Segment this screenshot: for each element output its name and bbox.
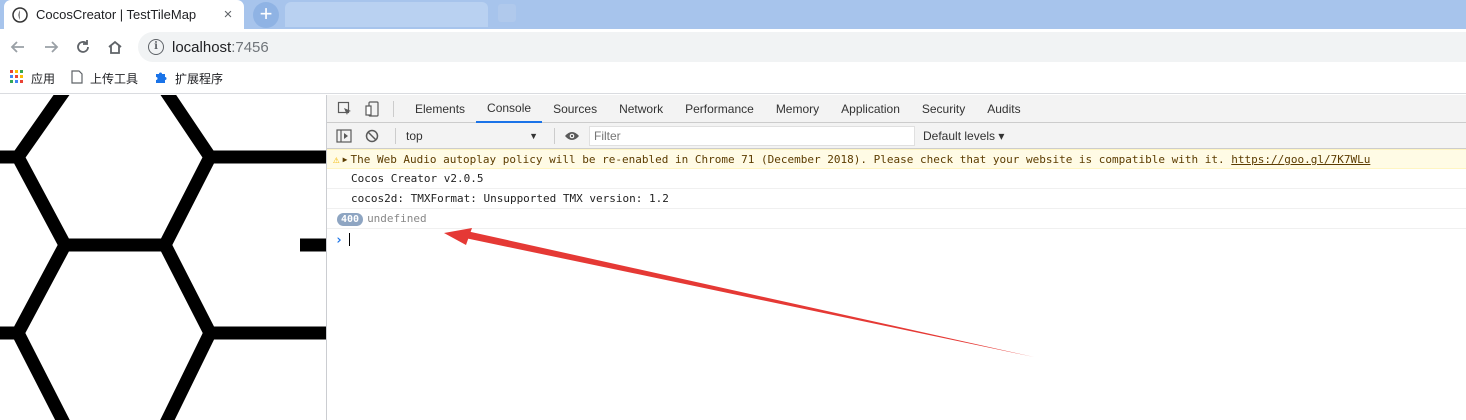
tab-strip: CocosCreator | TestTileMap × + [0, 0, 1466, 29]
device-mobile-icon [365, 100, 379, 117]
tab-console[interactable]: Console [476, 95, 543, 123]
warning-triangle-icon: ⚠ [333, 153, 340, 166]
console-warning[interactable]: ⚠ ▶ The Web Audio autoplay policy will be … [327, 149, 1466, 169]
toolbar-separator [554, 127, 555, 144]
toolbar-separator [393, 100, 394, 117]
reload-button[interactable] [69, 29, 97, 64]
context-selector[interactable]: top ▼ [402, 126, 544, 146]
tab-elements[interactable]: Elements [404, 95, 476, 123]
tab-memory[interactable]: Memory [765, 95, 830, 123]
expand-triangle-icon[interactable]: ▶ [343, 153, 348, 167]
game-canvas[interactable] [0, 95, 326, 420]
tab-title: CocosCreator | TestTileMap [36, 7, 197, 22]
cocos-favicon-icon [12, 6, 28, 23]
clear-console-button[interactable] [361, 126, 383, 146]
home-button[interactable] [101, 29, 129, 64]
arrow-right-icon [45, 40, 59, 53]
bookmark-label: 应用 [31, 72, 56, 86]
bookmark-label: 上传工具 [90, 72, 139, 86]
warning-text: The Web Audio autoplay policy will be re… [350, 153, 1225, 166]
console-filter-input[interactable] [589, 125, 915, 146]
bookmark-apps[interactable]: 应用 [10, 70, 55, 87]
home-icon [108, 40, 122, 54]
live-expression-button[interactable] [561, 126, 583, 146]
log-text: Cocos Creator v2.0.5 [351, 172, 484, 185]
show-sidebar-button[interactable] [333, 126, 355, 146]
hexagon-tilemap [0, 95, 326, 420]
forward-button[interactable] [37, 29, 65, 64]
tab-audits[interactable]: Audits [976, 95, 1031, 123]
devtools-tab-bar: Elements Console Sources Network Perform… [327, 95, 1466, 123]
console-log: Cocos Creator v2.0.5 [327, 169, 1466, 189]
devtools-panel: Elements Console Sources Network Perform… [326, 95, 1466, 420]
bookmark-extensions[interactable]: 扩展程序 [154, 70, 223, 87]
log-levels-dropdown[interactable]: Default levels ▾ [923, 129, 1004, 143]
bookmark-label: 扩展程序 [175, 72, 224, 86]
tab-network[interactable]: Network [608, 95, 674, 123]
bookmarks-bar: 应用 上传工具 扩展程序 [0, 64, 1466, 94]
dropdown-caret-icon: ▼ [529, 130, 538, 141]
arrow-left-icon [10, 40, 24, 53]
browser-toolbar: i localhost:7456 [0, 29, 1466, 64]
apps-grid-icon [10, 70, 24, 87]
page-icon [71, 70, 83, 87]
toolbar-separator [395, 127, 396, 144]
console-prompt[interactable]: › [327, 229, 1466, 249]
puzzle-piece-icon [154, 70, 168, 87]
bookmark-upload-tool[interactable]: 上传工具 [71, 70, 138, 87]
blurred-tab-icon [498, 4, 516, 22]
reload-icon [77, 39, 89, 53]
repeat-count-badge: 400 [337, 213, 364, 226]
tab-security[interactable]: Security [911, 95, 976, 123]
prompt-chevron-icon: › [335, 233, 343, 248]
browser-tab-active[interactable]: CocosCreator | TestTileMap × [4, 0, 244, 29]
console-toolbar: top ▼ Default levels ▾ [327, 123, 1466, 149]
tab-close-icon[interactable]: × [220, 6, 236, 23]
eye-icon [565, 131, 579, 140]
blurred-tab[interactable] [285, 2, 488, 27]
console-result: 400 undefined [327, 209, 1466, 229]
warning-link[interactable]: https://goo.gl/7K7WLu [1231, 153, 1370, 166]
back-button[interactable] [4, 29, 32, 64]
new-tab-button[interactable]: + [253, 2, 279, 28]
text-caret [349, 233, 350, 246]
log-text: cocos2d: TMXFormat: Unsupported TMX vers… [351, 192, 669, 205]
inspect-cursor-icon [337, 101, 351, 115]
sidebar-toggle-icon [336, 128, 352, 143]
address-bar[interactable]: i localhost:7456 [138, 32, 1466, 62]
tab-application[interactable]: Application [830, 95, 911, 123]
tab-performance[interactable]: Performance [674, 95, 765, 123]
context-value: top [406, 128, 423, 143]
site-info-icon[interactable]: i [148, 39, 164, 55]
device-toolbar-button[interactable] [361, 98, 385, 120]
console-log: cocos2d: TMXFormat: Unsupported TMX vers… [327, 189, 1466, 209]
console-messages: ⚠ ▶ The Web Audio autoplay policy will be … [327, 149, 1466, 249]
url-host: localhost [172, 38, 232, 56]
clear-block-icon [365, 129, 379, 142]
url-port: :7456 [231, 38, 269, 56]
result-value: undefined [367, 212, 427, 225]
inspect-element-button[interactable] [333, 98, 357, 120]
tab-sources[interactable]: Sources [542, 95, 608, 123]
